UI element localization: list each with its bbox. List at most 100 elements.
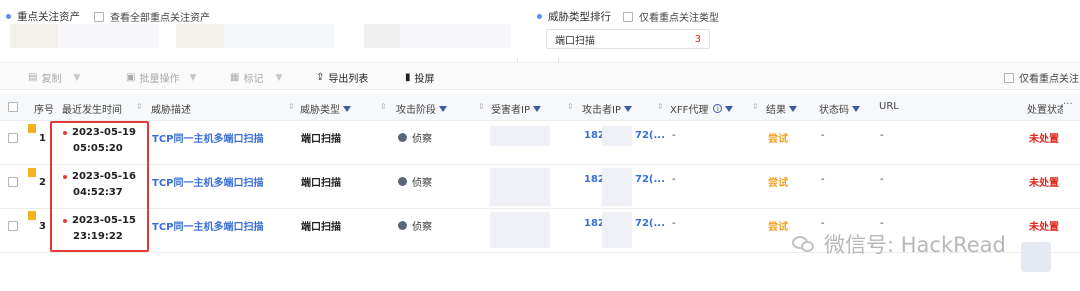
row-desc-link[interactable]: TCP同一主机多端口扫描 [152,130,264,145]
sort-icon[interactable]: ⇕ [567,101,574,112]
blurred-asset-tile [10,24,58,48]
row-attacker-ip-b[interactable]: 72(... [635,174,665,185]
watermark: 微信号: HackRead [792,229,1006,259]
rank-item-label: 端口扫描 [555,35,595,47]
mark-label: 标记 [243,74,264,85]
select-all-checkbox[interactable] [8,102,18,112]
col-time[interactable]: 最近发生时间 [62,101,122,116]
screen-label: 投屏 [414,74,435,85]
wechat-icon [792,234,816,254]
col-handle: 处置状态 [1027,105,1063,116]
col-type[interactable]: 威胁类型 [300,101,351,116]
blurred-attacker-ip [602,168,632,206]
copy-button[interactable]: ▤ 复制 ▼ [28,70,80,85]
flag-icon [28,211,36,220]
info-icon[interactable]: i [713,104,723,113]
view-all-checkbox[interactable] [94,11,104,22]
flag-icon [28,124,36,133]
filter-icon[interactable] [439,105,447,112]
row-checkbox[interactable] [8,133,18,143]
row-handle-status[interactable]: 未处置 [1029,218,1059,233]
col-result[interactable]: 结果 [766,101,797,116]
row-type: 端口扫描 [301,222,341,233]
screen-icon: ▮ [405,72,411,83]
filter-icon[interactable] [623,105,632,112]
blurred-asset-tile [176,24,224,48]
screen-button[interactable]: ▮ 投屏 [405,70,435,85]
only-key-focus-toggle[interactable]: 仅看重点关注 [1004,70,1079,85]
only-key-focus-checkbox[interactable] [1004,72,1014,83]
row-result: 尝试 [768,134,788,145]
row-stage: 侦察 [398,218,432,233]
row-checkbox[interactable] [8,177,18,187]
row-stage: 侦察 [398,174,432,189]
threat-rank-header: 威胁类型排行 仅看重点关注类型 [537,9,719,24]
chevron-down-icon: ▼ [189,72,197,83]
row-url: - [880,218,884,229]
sort-icon[interactable]: ⇕ [752,101,759,112]
key-assets-label: 重点关注资产 [17,11,80,23]
row-index: 3 [39,221,46,232]
blurred-attacker-ip [602,126,632,146]
row-desc-link[interactable]: TCP同一主机多端口扫描 [152,174,264,189]
row-xff: - [672,130,676,141]
row-status-code: - [821,130,825,141]
filter-icon[interactable] [532,105,541,112]
watermark-text: 微信号: HackRead [824,233,1006,257]
batch-icon: ▣ [126,72,136,83]
more-columns-icon[interactable]: ··· [1063,99,1073,110]
rank-item[interactable]: 端口扫描 3 [546,29,710,49]
view-all-label[interactable]: 查看全部重点关注资产 [110,9,210,24]
filter-icon[interactable] [852,105,860,112]
row-result: 尝试 [768,222,788,233]
mark-icon: ▦ [230,72,240,83]
key-assets-header: 重点关注资产 查看全部重点关注资产 [6,9,210,24]
batch-button[interactable]: ▣ 批量操作 ▼ [126,70,196,85]
blurred-asset-tile [58,24,158,48]
sort-icon[interactable]: ⇕ [136,101,143,112]
target-icon [398,177,407,186]
blurred-victim-ip [490,126,550,146]
time-highlight-box [50,121,149,252]
row-attacker-ip-b[interactable]: 72(... [635,130,665,141]
blurred-victim-ip [490,168,550,206]
mark-button[interactable]: ▦ 标记 ▼ [230,70,282,85]
copy-label: 复制 [41,74,62,85]
row-handle-status[interactable]: 未处置 [1029,130,1059,145]
col-stage[interactable]: 攻击阶段 [396,101,447,116]
sort-icon[interactable]: ⇕ [380,101,387,112]
filter-icon[interactable] [725,105,734,112]
only-key-types-label[interactable]: 仅看重点关注类型 [639,9,719,24]
col-desc: 威胁描述 [151,105,191,116]
row-xff: - [672,218,676,229]
export-button[interactable]: ⇪ 导出列表 [316,70,368,85]
blurred-asset-tile [400,24,510,48]
row-handle-status[interactable]: 未处置 [1029,174,1059,189]
bullet-icon [537,14,542,19]
filter-icon[interactable] [789,105,797,112]
chevron-down-icon: ▼ [73,72,81,83]
sort-icon[interactable]: ⇕ [657,101,664,112]
target-icon [398,221,407,230]
blurred-attacker-ip [602,212,632,248]
only-key-types-checkbox[interactable] [623,11,633,22]
filter-icon[interactable] [343,105,351,112]
row-url: - [880,130,884,141]
row-desc-link[interactable]: TCP同一主机多端口扫描 [152,218,264,233]
col-url: URL [879,101,899,112]
sort-icon[interactable]: ⇕ [288,101,295,112]
row-checkbox[interactable] [8,221,18,231]
col-attacker-ip[interactable]: 攻击者IP [582,101,632,116]
col-xff[interactable]: XFF代理 i [670,101,734,116]
sort-icon[interactable]: ⇕ [478,101,485,112]
threat-rank-label: 威胁类型排行 [548,11,611,23]
only-key-focus-label: 仅看重点关注 [1019,74,1079,85]
row-attacker-ip-b[interactable]: 72(... [635,218,665,229]
col-status-code[interactable]: 状态码 [819,101,860,116]
row-index: 2 [39,177,46,188]
row-status-code: - [821,218,825,229]
col-victim-ip[interactable]: 受害者IP [491,101,541,116]
back-to-top-button[interactable] [1021,242,1051,272]
row-index: 1 [39,133,46,144]
target-icon [398,133,407,142]
